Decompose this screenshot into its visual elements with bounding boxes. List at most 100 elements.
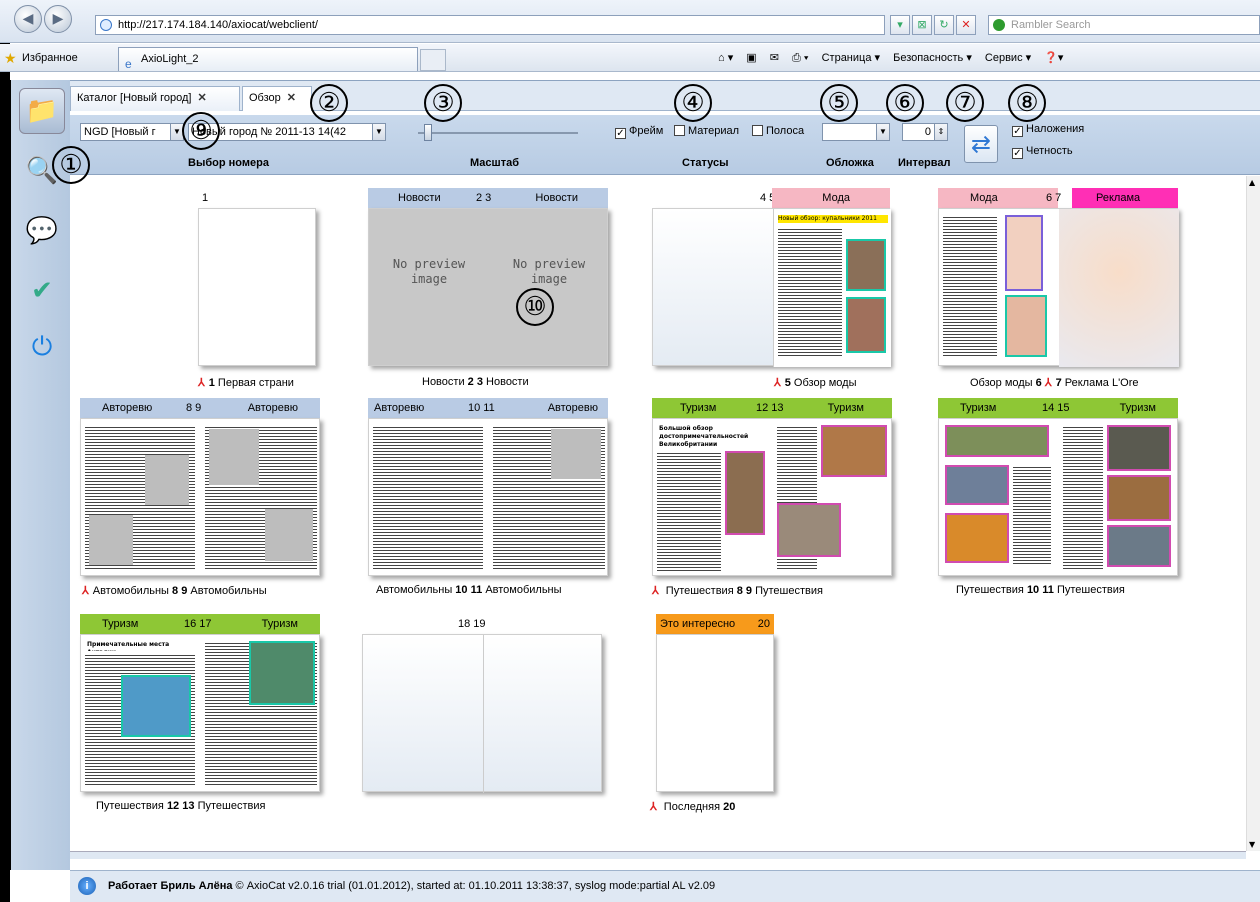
command-bar: ⌂ ▾ ▣ ✉ ⎙ ▾ Страница ▾ Безопасность ▾ Се… [718,51,1073,65]
interval-stepper[interactable]: 0 ⇕ [902,123,948,141]
stripe-checkbox[interactable]: Полоса [752,125,804,137]
refresh-button[interactable]: ⇄ [964,125,998,163]
page-section: Новости [422,376,465,388]
page-thumbnail[interactable] [198,208,316,366]
close-icon[interactable]: ✕ [197,92,206,104]
page-menu[interactable]: Страница ▾ [822,52,880,64]
tools-menu[interactable]: Сервис ▾ [985,52,1031,64]
callout-1: ① [52,146,90,184]
stop-icon[interactable]: ✕ [956,15,976,35]
horizontal-scrollbar[interactable] [70,851,1246,859]
page-number: 6 [1035,377,1042,389]
print-icon[interactable]: ⎙ ▾ [792,52,808,64]
refresh-icon[interactable]: ↻ [934,15,954,35]
security-menu[interactable]: Безопасность ▾ [893,52,972,64]
forward-icon[interactable]: ▶ [44,5,72,33]
cover-select[interactable]: ▼ [822,123,890,141]
address-dropdown-icon[interactable]: ▾ [890,15,910,35]
chat-icon[interactable]: 💬 [19,208,65,254]
text-column [778,227,842,357]
chevron-down-icon[interactable]: ▼ [372,124,385,140]
address-bar[interactable]: http://217.174.184.140/axiocat/webclient… [95,15,885,35]
pdf-icon[interactable]: ⅄ [650,801,657,813]
tab-overview[interactable]: Обзор ✕ [242,86,312,111]
pdf-icon[interactable]: ⅄ [82,585,89,597]
favorites-star-icon[interactable]: ★ [4,50,17,67]
spread-thumbnail[interactable]: Большой обзор достопримечательностей Вел… [652,418,892,576]
section-left: Авторевю [102,402,153,414]
spread-thumbnail[interactable] [938,208,1179,367]
page-section: Обзор моды [793,377,857,389]
catalog-folder-icon[interactable]: 📁 [19,88,65,134]
spread-caption: Путешествия 10 11 Путешествия [956,584,1125,596]
scale-slider-handle[interactable] [424,124,432,141]
new-tab-button[interactable] [420,49,446,71]
checkbox-checked-icon[interactable]: ✓ [1012,148,1023,159]
pdf-icon[interactable]: ⅄ [652,585,659,597]
page-section: Автомобильны [376,584,453,596]
favorites-label[interactable]: Избранное [22,52,78,64]
page-section: Первая страни [217,377,294,389]
spread-caption: ⅄ Автомобильны 8 9 Автомобильны [82,584,267,597]
spread-caption: Новости 2 3 Новости [422,376,529,388]
parity-checkbox[interactable]: ✓ Четность [1012,145,1073,159]
cover-label: Обложка [826,157,874,169]
app-sidebar: 📁 🔍 💬 ✔ ⏻ [10,80,70,870]
back-icon[interactable]: ◀ [14,5,42,33]
spread-thumbnail[interactable]: No preview image No preview image [368,208,608,366]
scroll-up-icon[interactable]: ▲ [1249,178,1255,187]
section-right: Новости [535,192,578,204]
edition-select-value: NGD [Новый г [84,126,156,138]
spread-caption: Автомобильны 10 11 Автомобильны [376,584,562,596]
no-preview-text: No preview image [392,257,466,286]
chevron-down-icon[interactable]: ▼ [876,124,889,140]
status-user: Работает Бриль Алёна [108,880,233,892]
photo [821,425,887,477]
spread-thumbnail[interactable] [938,418,1178,576]
page-section: Путешествия [956,584,1024,596]
pdf-icon[interactable]: ⅄ [774,377,781,389]
tab-catalog[interactable]: Каталог [Новый город] ✕ [70,86,240,111]
edition-select[interactable]: NGD [Новый г ▼ [80,123,184,141]
vertical-scrollbar[interactable]: ▲ ▼ [1246,176,1260,851]
page-numbers: 14 15 [1042,402,1070,414]
article-title: Примечательные места Анталии [87,641,170,651]
scroll-down-icon[interactable]: ▼ [1249,840,1255,849]
page-right: Новый обзор: купальники 2011 [773,209,891,367]
home-icon[interactable]: ⌂ ▾ [718,52,733,64]
search-input[interactable]: Rambler Search [988,15,1260,35]
spread-thumbnail[interactable] [368,418,608,576]
page-thumbnail[interactable] [656,634,774,792]
stepper-arrows-icon[interactable]: ⇕ [934,124,947,140]
page-number: 5 [784,377,791,389]
section-right: Туризм [827,402,864,414]
spread-header: 4 5 Мода [652,188,890,208]
spine-divider [483,635,484,793]
checkbox-empty-icon[interactable] [674,125,685,136]
power-icon[interactable]: ⏻ [19,324,65,370]
close-icon[interactable]: ✕ [287,92,296,104]
image-placeholder [265,509,313,561]
checkbox-checked-icon[interactable]: ✓ [1012,126,1023,137]
frame-checkbox[interactable]: ✓ Фрейм [615,125,663,139]
page-number: 11 [470,584,483,596]
pdf-icon[interactable]: ⅄ [198,377,205,389]
overlaps-checkbox[interactable]: ✓ Наложения [1012,123,1084,137]
spread-thumbnail[interactable] [80,418,320,576]
feeds-icon[interactable]: ▣ [746,52,756,64]
spread-thumbnail[interactable] [362,634,602,793]
pdf-icon[interactable]: ⅄ [1045,377,1052,389]
browser-tab[interactable]: e AxioLight_2 [118,47,418,71]
compat-view-icon[interactable]: ⊠ [912,15,932,35]
mail-icon[interactable]: ✉ [770,52,779,64]
scale-slider-track[interactable] [418,132,578,134]
help-icon[interactable]: ❓▾ [1044,52,1063,64]
checkbox-empty-icon[interactable] [752,125,763,136]
spread-thumbnail[interactable]: Новый обзор: купальники 2011 [652,208,891,367]
approve-icon[interactable]: ✔ [19,268,65,314]
image-placeholder [145,455,189,505]
material-checkbox[interactable]: Материал [674,125,739,137]
page-section: Путешествия [197,800,266,812]
spread-thumbnail[interactable]: Примечательные места Анталии [80,634,320,792]
checkbox-checked-icon[interactable]: ✓ [615,128,626,139]
